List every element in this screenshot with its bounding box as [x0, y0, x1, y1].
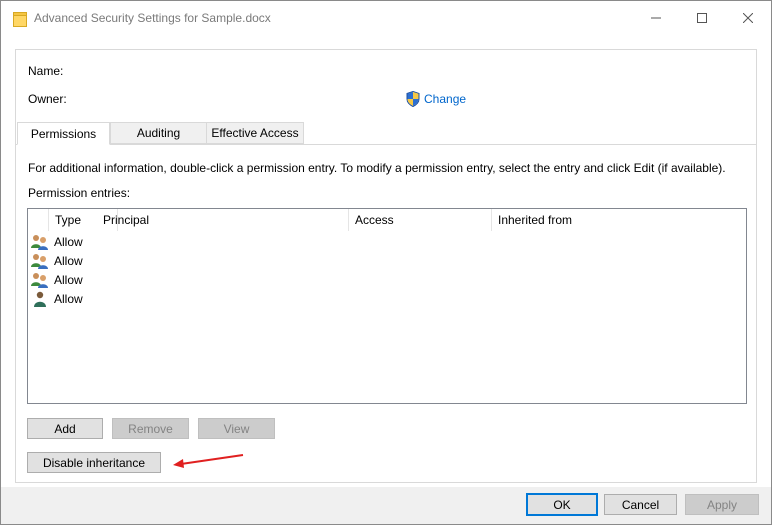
view-button[interactable]: View [198, 418, 275, 439]
folder-icon [13, 11, 27, 27]
ok-button[interactable]: OK [526, 493, 598, 516]
uac-shield-icon [406, 91, 420, 107]
group-users-icon [31, 253, 49, 269]
row-type: Allow [54, 235, 83, 249]
cancel-button[interactable]: Cancel [604, 494, 677, 515]
tab-effective-access-label: Effective Access [211, 126, 299, 140]
row-type: Allow [54, 292, 83, 306]
table-row[interactable]: Allow [28, 271, 746, 290]
window-title: Advanced Security Settings for Sample.do… [34, 11, 271, 25]
remove-button[interactable]: Remove [112, 418, 189, 439]
tab-permissions-label: Permissions [30, 126, 97, 141]
group-users-icon [31, 234, 49, 250]
minimize-button[interactable] [633, 1, 679, 35]
permissions-info-text: For additional information, double-click… [28, 161, 726, 175]
tab-effective-access[interactable]: Effective Access [206, 122, 304, 144]
change-link-label: Change [424, 92, 467, 106]
minimize-icon [651, 17, 661, 19]
row-type: Allow [54, 273, 83, 287]
table-row[interactable]: Allow [28, 233, 746, 252]
name-label: Name: [28, 64, 64, 78]
table-row[interactable]: Allow [28, 252, 746, 271]
row-type: Allow [54, 254, 83, 268]
tab-permissions[interactable]: Permissions [17, 122, 110, 145]
add-button[interactable]: Add [27, 418, 103, 439]
group-users-icon [31, 272, 49, 288]
close-button[interactable] [725, 1, 771, 35]
maximize-icon [697, 13, 707, 23]
list-header: Type Principal Access Inherited from [28, 209, 746, 231]
owner-label: Owner: [28, 92, 67, 106]
table-row[interactable]: Allow [28, 290, 746, 309]
disable-inheritance-button[interactable]: Disable inheritance [27, 452, 161, 473]
permission-entries-list[interactable]: Type Principal Access Inherited from All… [27, 208, 747, 404]
permission-entries-label: Permission entries: [28, 186, 131, 200]
advanced-security-window: Advanced Security Settings for Sample.do… [0, 0, 772, 525]
column-header-access[interactable]: Access [349, 209, 492, 231]
annotation-arrow-icon [173, 454, 244, 468]
apply-button[interactable]: Apply [685, 494, 759, 515]
title-bar[interactable]: Advanced Security Settings for Sample.do… [1, 1, 771, 37]
tab-auditing[interactable]: Auditing [110, 122, 207, 144]
close-icon [743, 13, 753, 23]
column-header-principal[interactable]: Principal [97, 209, 349, 231]
column-header-inherited-from[interactable]: Inherited from [492, 209, 652, 231]
change-owner-link[interactable]: Change [406, 91, 466, 107]
single-user-icon [31, 291, 49, 307]
tab-auditing-label: Auditing [136, 126, 181, 140]
maximize-button[interactable] [679, 1, 725, 35]
